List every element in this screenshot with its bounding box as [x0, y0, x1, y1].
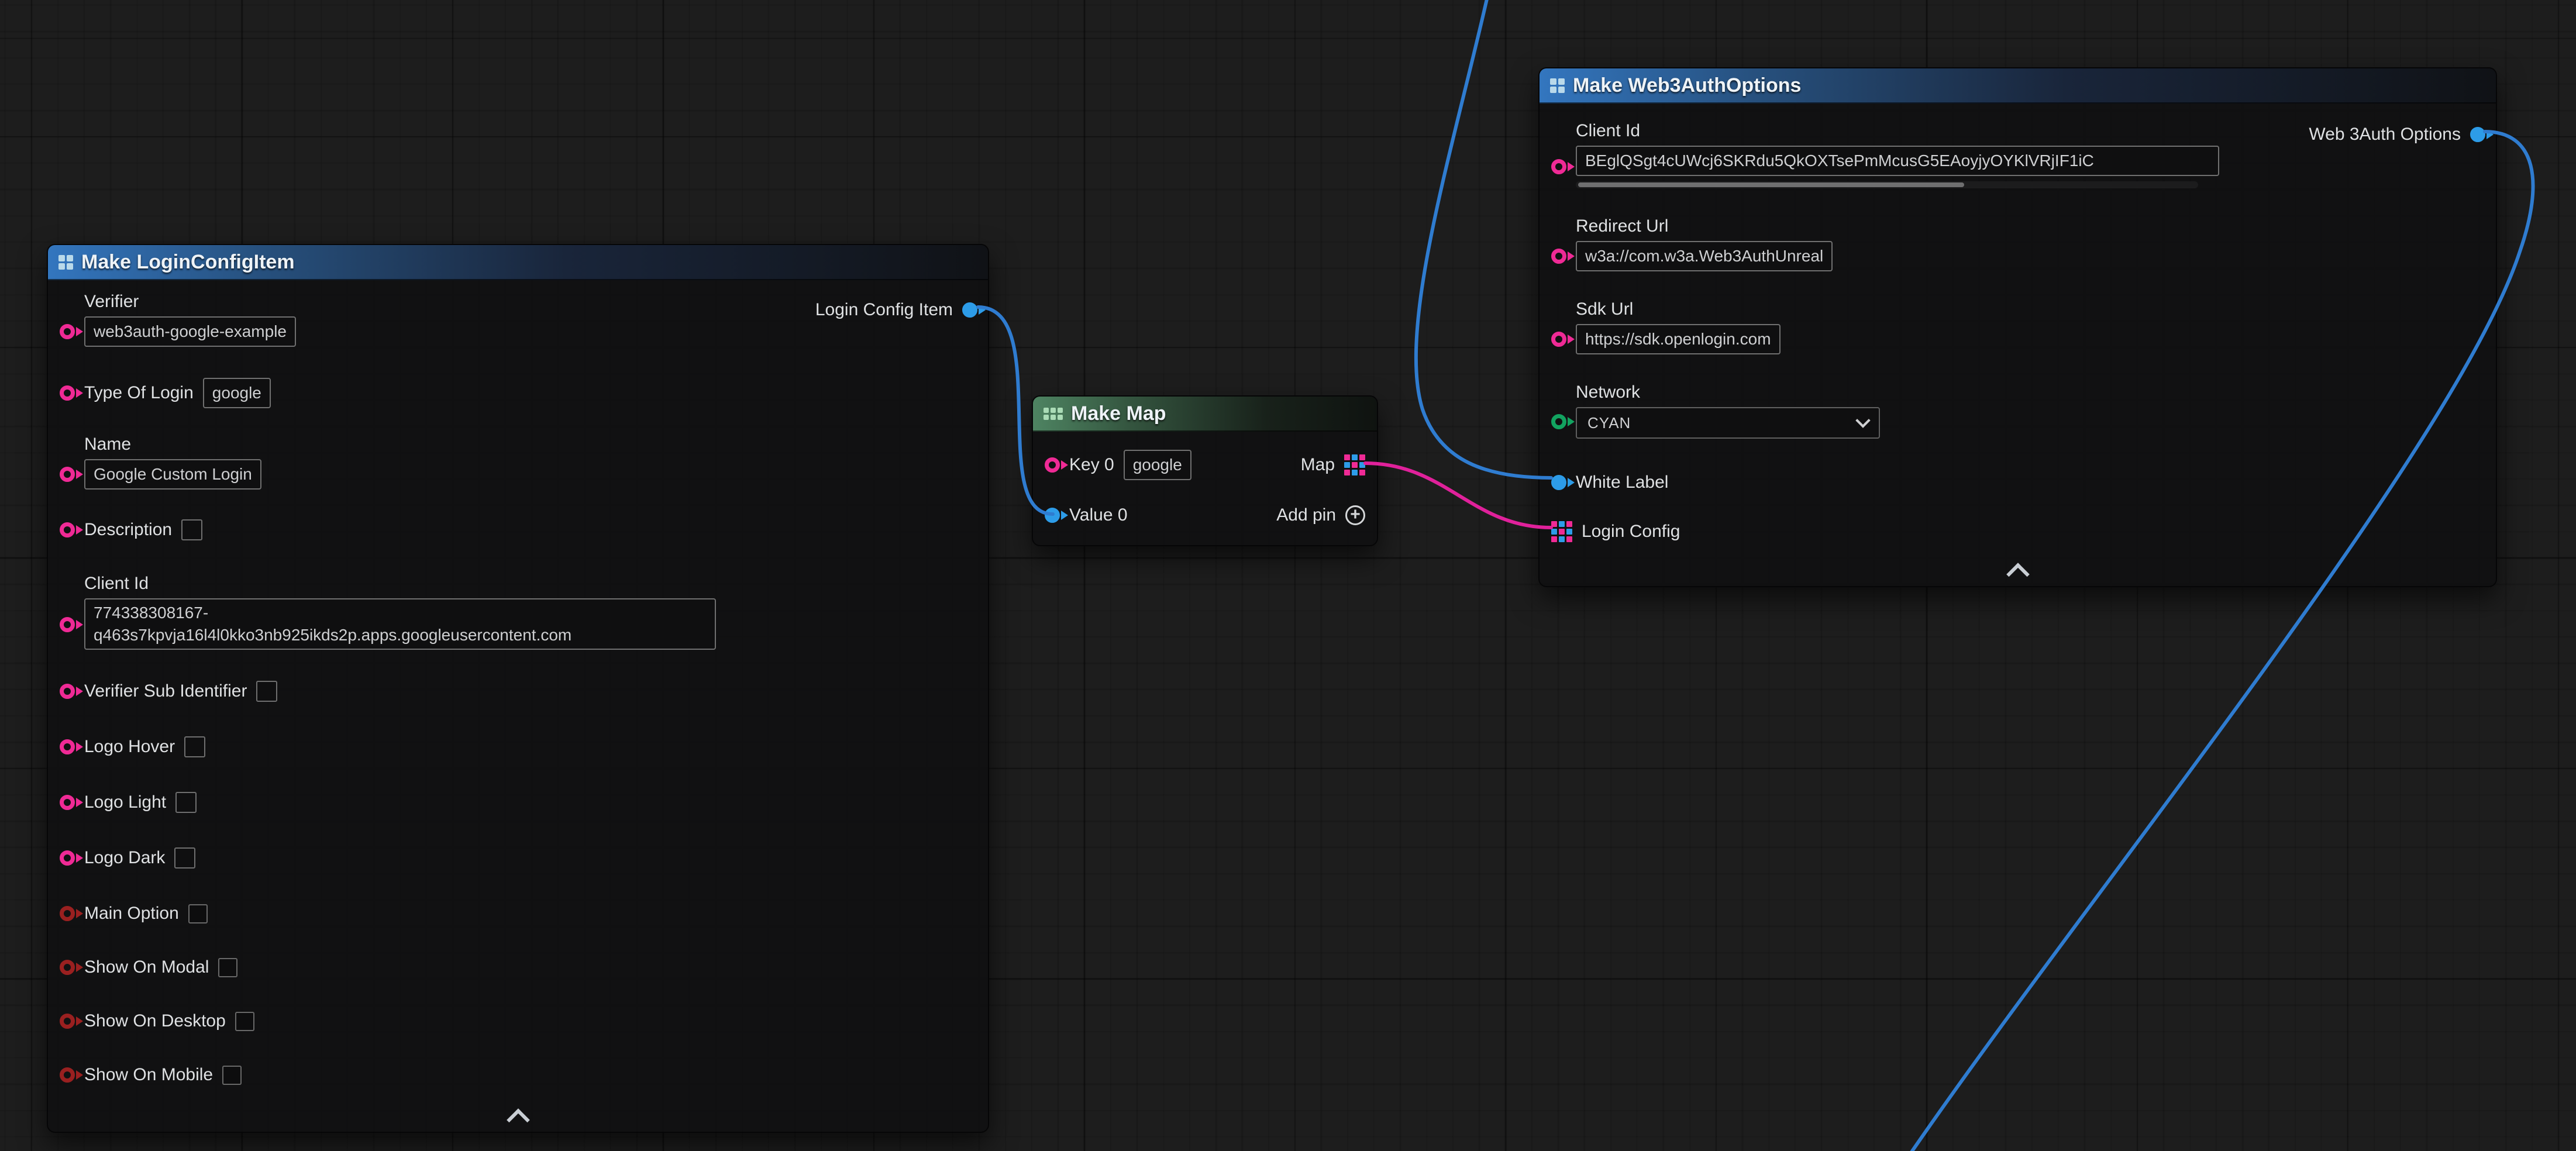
- map-row-key0: Key 0 google Map: [1033, 448, 1377, 482]
- sdk-url-label: Sdk Url: [1576, 299, 1781, 319]
- pin-white-label[interactable]: [1551, 475, 1566, 490]
- main-option-checkbox[interactable]: [188, 904, 208, 923]
- logo-light-label: Logo Light: [84, 792, 166, 812]
- logo-dark-label: Logo Dark: [84, 848, 165, 868]
- name-label: Name: [84, 435, 261, 454]
- add-pin-button[interactable]: Add pin +: [1276, 505, 1365, 525]
- add-pin-plus-icon: +: [1345, 505, 1365, 525]
- pin-key-0[interactable]: [1045, 457, 1060, 473]
- node-title: Make Map: [1071, 402, 1166, 425]
- white-label-label: White Label: [1576, 473, 1668, 492]
- output-row-web3auth-options: Web 3Auth Options: [2309, 120, 2485, 149]
- name-input[interactable]: Google Custom Login: [84, 459, 261, 490]
- pin-label-login-config-item: Login Config Item: [815, 300, 953, 320]
- logo-dark-input[interactable]: [174, 847, 195, 869]
- network-label: Network: [1576, 382, 1880, 402]
- node-make-loginconfigitem[interactable]: Make LoginConfigItem Login Config Item V…: [47, 244, 989, 1133]
- node-header-loginconfigitem[interactable]: Make LoginConfigItem: [48, 245, 988, 280]
- pin-label-web3auth-options: Web 3Auth Options: [2309, 125, 2461, 144]
- make-struct-icon: [58, 255, 73, 270]
- node-body: Client Id BEglQSgt4cUWcj6SKRdu5QkOXTsePm…: [1540, 104, 2496, 549]
- description-input[interactable]: [181, 519, 202, 540]
- type-of-login-input[interactable]: google: [203, 378, 271, 408]
- pin-login-config[interactable]: [1551, 521, 1572, 542]
- pin-type-of-login[interactable]: [60, 385, 75, 401]
- show-on-modal-label: Show On Modal: [84, 957, 209, 977]
- logo-hover-input[interactable]: [184, 736, 205, 757]
- verifier-sub-identifier-label: Verifier Sub Identifier: [84, 681, 247, 701]
- collapse-button[interactable]: [504, 1107, 532, 1127]
- node-title: Make Web3AuthOptions: [1573, 74, 1801, 97]
- type-of-login-label: Type Of Login: [84, 383, 194, 403]
- redirect-url-label: Redirect Url: [1576, 216, 1833, 236]
- map-output-label: Map: [1301, 455, 1335, 475]
- network-select[interactable]: CYAN: [1576, 407, 1880, 439]
- description-label: Description: [84, 520, 172, 540]
- show-on-desktop-label: Show On Desktop: [84, 1011, 226, 1031]
- verifier-input[interactable]: web3auth-google-example: [84, 316, 296, 347]
- pin-name[interactable]: [60, 467, 75, 482]
- logo-light-input[interactable]: [175, 792, 197, 813]
- pin-show-on-mobile[interactable]: [60, 1067, 75, 1083]
- make-struct-icon: [1550, 78, 1565, 93]
- pin-output-web3auth-options[interactable]: [2470, 127, 2485, 142]
- show-on-mobile-checkbox[interactable]: [222, 1066, 242, 1085]
- options-client-id-label: Client Id: [1576, 121, 2219, 141]
- pin-output-login-config-item[interactable]: [962, 302, 977, 318]
- pin-client-id[interactable]: [60, 617, 75, 632]
- node-header-make-map[interactable]: Make Map: [1033, 397, 1377, 432]
- options-client-id-input[interactable]: BEglQSgt4cUWcj6SKRdu5QkOXTsePmMcusG5EAoy…: [1576, 146, 2219, 176]
- network-selected-value: CYAN: [1587, 414, 1631, 432]
- node-make-map[interactable]: Make Map Key 0 google Map Value 0 Add pi…: [1032, 395, 1378, 546]
- add-pin-label: Add pin: [1276, 505, 1336, 525]
- pin-output-map[interactable]: [1344, 454, 1365, 475]
- node-header-web3authoptions[interactable]: Make Web3AuthOptions: [1540, 68, 2496, 104]
- pin-verifier[interactable]: [60, 324, 75, 339]
- show-on-mobile-label: Show On Mobile: [84, 1065, 213, 1085]
- node-title: Make LoginConfigItem: [81, 251, 295, 274]
- pin-redirect-url[interactable]: [1551, 249, 1566, 264]
- pin-logo-dark[interactable]: [60, 850, 75, 866]
- scrollbar-thumb[interactable]: [1578, 182, 1964, 187]
- show-on-modal-checkbox[interactable]: [218, 958, 237, 977]
- pin-sdk-url[interactable]: [1551, 332, 1566, 347]
- verifier-sub-identifier-input[interactable]: [256, 681, 277, 702]
- output-row-login-config-item: Login Config Item: [815, 295, 977, 325]
- node-body: Verifier web3auth-google-example Type Of…: [48, 280, 988, 1092]
- chevron-down-icon: [1855, 413, 1870, 428]
- map-row-value0: Value 0 Add pin +: [1033, 498, 1377, 532]
- pin-show-on-desktop[interactable]: [60, 1014, 75, 1029]
- wire-offscreen-to-whitelabel[interactable]: [1416, 0, 1551, 478]
- client-id-input[interactable]: 774338308167- q463s7kpvja16l4l0kko3nb925…: [84, 598, 716, 650]
- show-on-desktop-checkbox[interactable]: [235, 1012, 254, 1031]
- pin-network[interactable]: [1551, 414, 1566, 429]
- pin-logo-light[interactable]: [60, 795, 75, 810]
- key-0-input[interactable]: google: [1124, 450, 1191, 480]
- chevron-up-icon: [507, 1108, 530, 1132]
- value-0-label: Value 0: [1069, 505, 1128, 525]
- pin-description[interactable]: [60, 522, 75, 537]
- pin-logo-hover[interactable]: [60, 739, 75, 754]
- pin-verifier-sub-identifier[interactable]: [60, 684, 75, 699]
- pin-value-0[interactable]: [1045, 508, 1060, 523]
- key-0-label: Key 0: [1069, 455, 1114, 475]
- logo-hover-label: Logo Hover: [84, 737, 175, 757]
- verifier-label: Verifier: [84, 292, 296, 312]
- sdk-url-input[interactable]: https://sdk.openlogin.com: [1576, 324, 1781, 354]
- main-option-label: Main Option: [84, 904, 179, 923]
- pin-show-on-modal[interactable]: [60, 960, 75, 975]
- redirect-url-input[interactable]: w3a://com.w3a.Web3AuthUnreal: [1576, 241, 1833, 271]
- chevron-up-icon: [2006, 563, 2030, 586]
- client-id-scrollbar[interactable]: [1576, 181, 2198, 188]
- blueprint-canvas[interactable]: Make LoginConfigItem Login Config Item V…: [0, 0, 2576, 1151]
- map-icon: [1044, 408, 1063, 420]
- collapse-button[interactable]: [2004, 561, 2032, 581]
- pin-options-client-id[interactable]: [1551, 159, 1566, 174]
- wire-map-to-loginconfig[interactable]: [1365, 463, 1551, 528]
- login-config-label: Login Config: [1582, 522, 1680, 542]
- node-make-web3authoptions[interactable]: Make Web3AuthOptions Web 3Auth Options C…: [1538, 67, 2497, 587]
- client-id-label: Client Id: [84, 574, 716, 594]
- pin-main-option[interactable]: [60, 906, 75, 921]
